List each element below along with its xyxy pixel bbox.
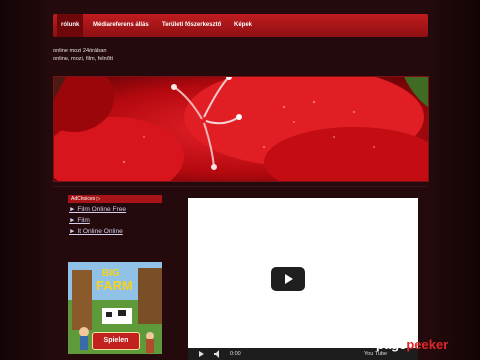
pagepeeker-watermark: pagepeeker (376, 337, 448, 352)
main-nav: rólunk Médiareferens állás Területi fősz… (53, 14, 428, 37)
nav-item-kepek[interactable]: Képek (234, 14, 252, 37)
banner-image (53, 76, 429, 182)
big-farm-ad[interactable]: BIG FARM Spielen (68, 262, 162, 354)
play-small-icon[interactable] (196, 348, 208, 360)
red-flower-image (54, 77, 428, 181)
play-button[interactable] (271, 267, 305, 291)
video-player[interactable]: 0:00 You Tube (188, 198, 418, 360)
play-icon (285, 274, 293, 284)
nav-item-rolunk[interactable]: rólunk (57, 14, 84, 37)
nav-item-mediareferens[interactable]: Médiareferens állás (93, 14, 149, 37)
adchoices-label[interactable]: AdChoices ▷ (68, 195, 162, 203)
ad-link[interactable]: ► It Online Online (69, 228, 123, 235)
nav-item-teruleti[interactable]: Területi főszerkesztő (162, 14, 221, 37)
watermark-page: page (376, 337, 407, 352)
site-keywords: online, mozi, film, felnőtt (53, 56, 114, 62)
content-divider (53, 186, 427, 187)
volume-icon[interactable] (212, 348, 224, 360)
site-title: online mozi 24órában (53, 48, 107, 54)
ad-link[interactable]: ► Film (69, 217, 90, 224)
watermark-peeker: peeker (406, 337, 449, 352)
spielen-button[interactable]: Spielen (92, 332, 140, 350)
big-farm-logo-bottom: FARM (96, 278, 133, 293)
video-time: 0:00 (230, 351, 241, 357)
ad-link[interactable]: ► Film Online Free (69, 206, 126, 213)
